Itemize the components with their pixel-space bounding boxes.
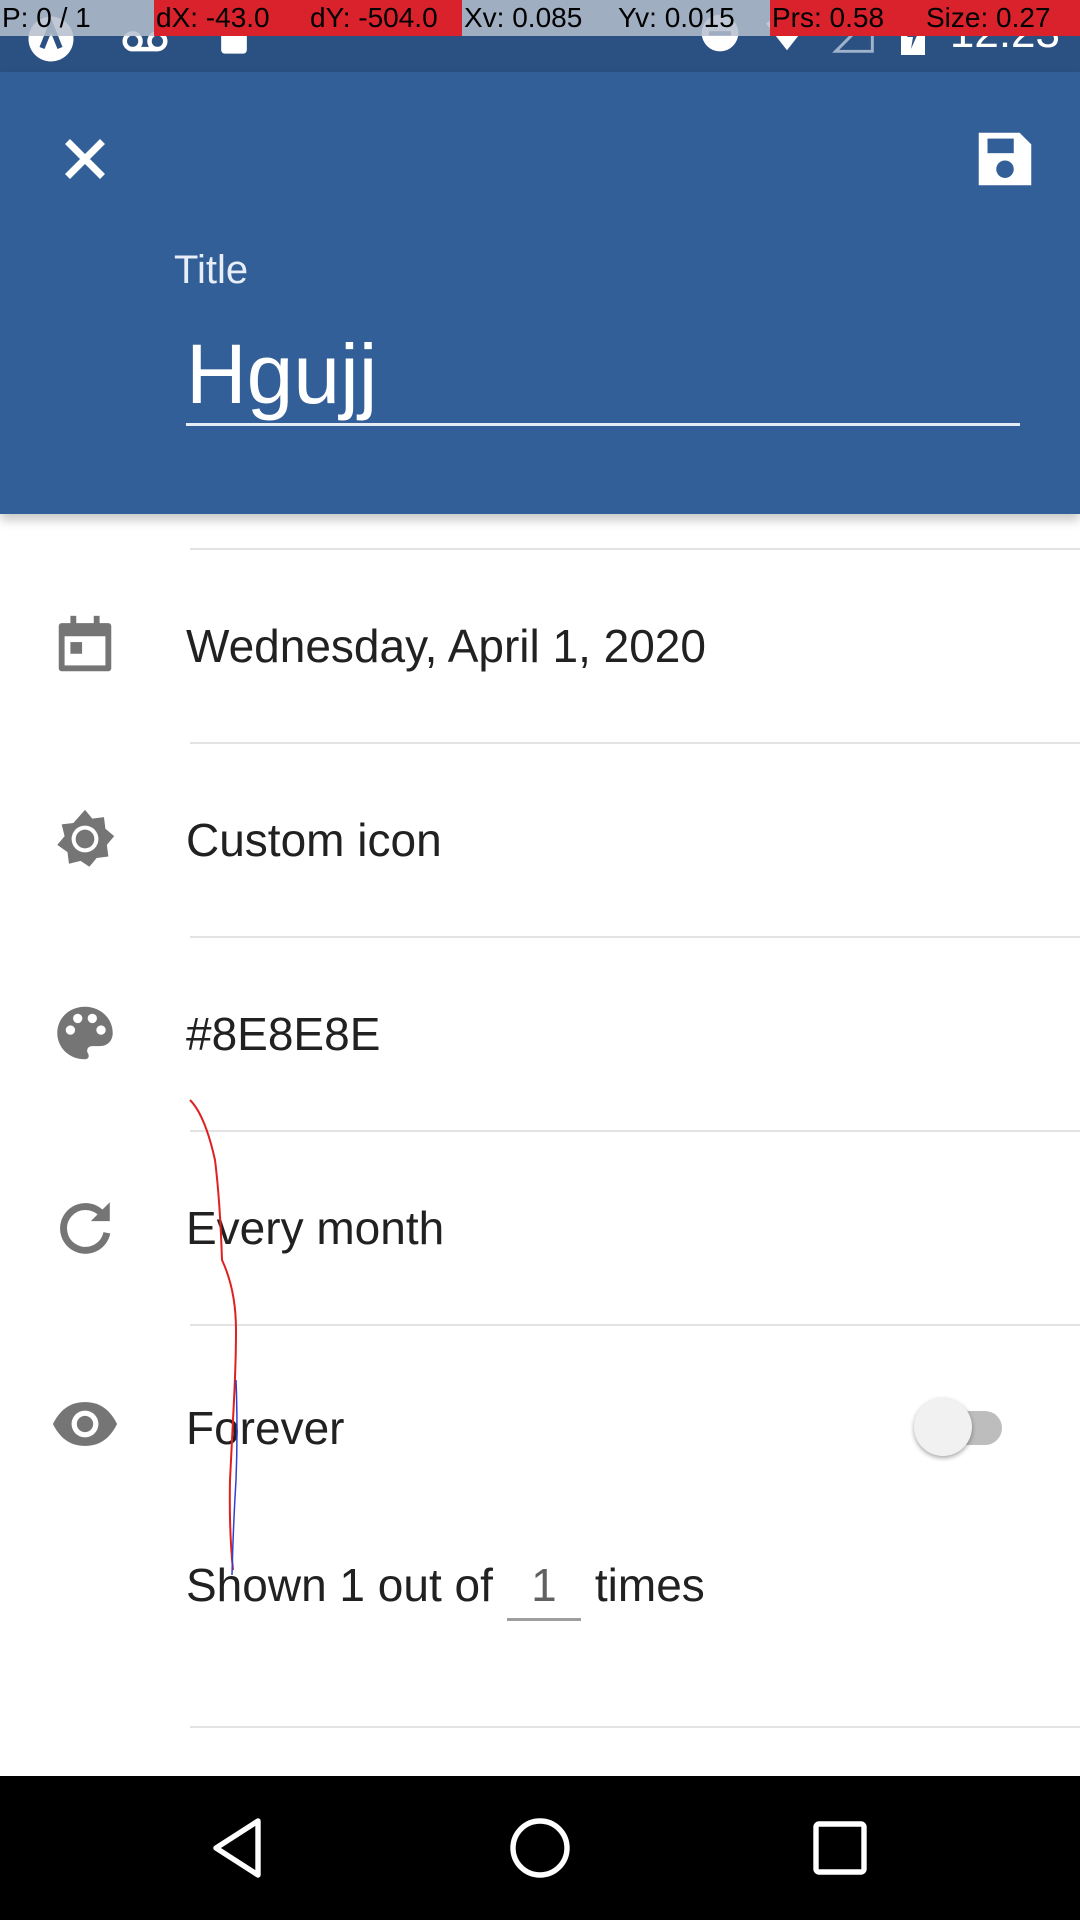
back-button[interactable] [204,1812,276,1884]
overlay-dx: dX: -43.0 [154,0,308,36]
close-button[interactable] [50,124,120,194]
repeat-label: Every month [186,1202,445,1254]
title-label: Title [174,248,249,292]
navigation-bar [0,1776,1080,1920]
recents-icon [813,1821,867,1875]
home-button[interactable] [504,1812,576,1884]
shown-suffix: times [594,1559,705,1611]
overlay-yv: Yv: 0.015 [616,0,770,36]
shown-prefix: Shown 1 out of [186,1559,493,1611]
refresh-icon [60,1202,111,1254]
date-row[interactable]: Wednesday, April 1, 2020 [0,549,1080,742]
date-label: Wednesday, April 1, 2020 [186,620,706,672]
color-label: #8E8E8E [186,1008,381,1060]
calendar-icon [58,615,112,672]
divider [190,1726,1080,1728]
custom-icon-row[interactable]: Custom icon [0,743,1080,936]
pointer-location-overlay: P: 0 / 1 dX: -43.0 dY: -504.0 Xv: 0.085 … [0,0,1080,36]
home-icon [510,1818,570,1878]
toggle-thumb [914,1398,972,1456]
visibility-label: Forever [186,1402,345,1454]
save-button[interactable] [970,124,1040,194]
close-icon [65,139,105,179]
overlay-xv: Xv: 0.085 [462,0,616,36]
gear-icon [57,809,115,867]
recents-button[interactable] [804,1812,876,1884]
forever-toggle[interactable] [914,1395,1002,1456]
title-input[interactable] [186,326,1020,426]
overlay-pointer-count: P: 0 / 1 [0,0,154,36]
shown-count-row: Shown 1 out of times [186,1558,705,1621]
visibility-row: Forever [0,1325,1080,1518]
overlay-size: Size: 0.27 [924,0,1080,36]
eye-icon [52,1402,118,1446]
times-input[interactable] [506,1558,581,1621]
custom-icon-label: Custom icon [186,814,442,866]
overlay-dy: dY: -504.0 [308,0,462,36]
repeat-row[interactable]: Every month [0,1131,1080,1324]
overlay-pressure: Prs: 0.58 [770,0,924,36]
save-icon [978,132,1032,186]
app-bar: Title [0,72,1080,514]
color-row[interactable]: #8E8E8E [0,937,1080,1130]
back-icon [213,1818,261,1878]
palette-icon [57,1006,113,1060]
